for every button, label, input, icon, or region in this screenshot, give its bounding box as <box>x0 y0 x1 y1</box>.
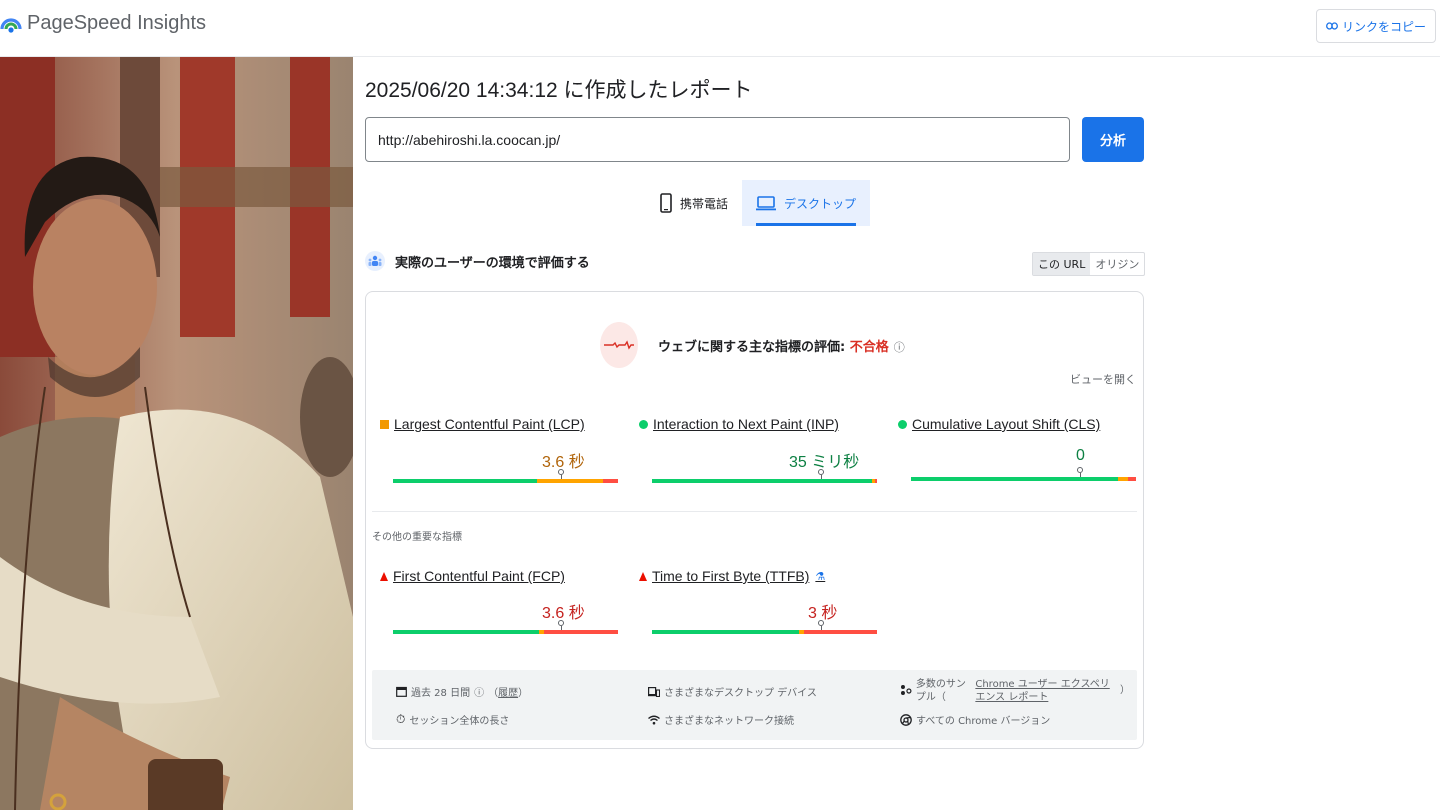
metric-cls-name: Cumulative Layout Shift (CLS) <box>912 416 1101 432</box>
footer-samples: 多数のサンプル（ Chrome ユーザー エクスペリエンス レポート ） <box>900 678 1130 704</box>
metric-ttfb-title[interactable]: Time to First Byte (TTFB) ⚗ <box>639 568 839 584</box>
top-bar: PageSpeed Insights リンクをコピー <box>0 0 1440 57</box>
metric-cls: Cumulative Layout Shift (CLS) <box>898 416 1128 432</box>
average-square-icon <box>380 419 389 429</box>
chrome-icon <box>900 713 912 726</box>
expand-view-link[interactable]: ビューを開く <box>1070 371 1136 387</box>
metric-ttfb-name: Time to First Byte (TTFB) <box>652 568 810 584</box>
copy-link-button[interactable]: リンクをコピー <box>1316 9 1436 43</box>
url-origin-toggle: この URL オリジン <box>1032 252 1146 276</box>
page-screenshot-photo <box>0 57 353 810</box>
tab-desktop-label: デスクトップ <box>784 196 857 211</box>
app-title: PageSpeed Insights <box>27 12 207 34</box>
metric-cls-title[interactable]: Cumulative Layout Shift (CLS) <box>898 416 1128 432</box>
assessment-status: 不合格 <box>849 339 889 355</box>
metric-ttfb-marker <box>818 620 824 630</box>
footer-period: 過去 28 日間 ⓘ （履歴） <box>396 684 528 699</box>
assessment-text: ウェブに関する主な指標の評価: 不合格 ⓘ <box>658 336 905 355</box>
section-divider <box>372 511 1137 512</box>
cwv-assessment: ウェブに関する主な指標の評価: 不合格 ⓘ <box>600 322 905 368</box>
footer-session-text: セッション全体の長さ <box>409 716 510 727</box>
calendar-icon <box>396 686 407 697</box>
assessment-label: ウェブに関する主な指標の評価: <box>658 339 850 355</box>
field-data-title: 実際のユーザーの環境で評価する <box>395 255 590 271</box>
poor-triangle-icon <box>639 571 647 581</box>
url-input[interactable] <box>365 117 1070 162</box>
field-data-header: 実際のユーザーの環境で評価する <box>365 250 590 272</box>
link-icon <box>1326 22 1338 30</box>
analyze-button[interactable]: 分析 <box>1082 117 1144 162</box>
metric-fcp-value: 3.6 秒 <box>542 605 585 622</box>
footer-period-text: 過去 28 日間 <box>411 688 471 699</box>
copy-link-label: リンクをコピー <box>1341 19 1426 34</box>
good-circle-icon <box>639 419 648 429</box>
tab-mobile[interactable]: 携帯電話 <box>646 180 742 226</box>
pagespeed-logo-icon <box>0 17 22 33</box>
waveform-icon <box>604 340 634 350</box>
tab-desktop[interactable]: デスクトップ <box>742 180 871 226</box>
metric-ttfb-distribution-bar <box>652 630 877 634</box>
data-context-footer: 過去 28 日間 ⓘ （履歴） ⏱ セッション全体の長さ さまざまなデスクトップ… <box>372 670 1137 740</box>
footer-network-text: さまざまなネットワーク接続 <box>664 716 794 727</box>
metric-fcp-distribution-bar <box>393 630 618 634</box>
metric-fcp: First Contentful Paint (FCP) <box>380 568 610 584</box>
footer-history-link[interactable]: （履歴） <box>488 684 528 699</box>
mobile-phone-icon <box>660 193 672 213</box>
poor-triangle-icon <box>380 571 388 581</box>
footer-devices: さまざまなデスクトップ デバイス <box>648 684 817 699</box>
metric-ttfb-value: 3 秒 <box>808 605 838 622</box>
metric-cls-value: 0 <box>1076 447 1085 464</box>
toggle-origin[interactable]: オリジン <box>1090 253 1144 275</box>
footer-versions-text: すべての Chrome バージョン <box>916 716 1051 727</box>
metric-cls-distribution-bar <box>911 477 1136 481</box>
footer-network: さまざまなネットワーク接続 <box>648 712 794 727</box>
metric-fcp-name: First Contentful Paint (FCP) <box>393 568 565 584</box>
metric-cls-marker <box>1077 467 1083 477</box>
toggle-this-url[interactable]: この URL <box>1033 253 1091 275</box>
assessment-badge <box>600 322 638 368</box>
metric-fcp-marker <box>558 620 564 630</box>
help-circle-icon[interactable]: ⓘ <box>474 684 484 699</box>
metric-inp-name: Interaction to Next Paint (INP) <box>653 416 839 432</box>
metric-lcp-value: 3.6 秒 <box>542 454 585 471</box>
good-circle-icon <box>898 419 907 429</box>
metric-lcp-name: Largest Contentful Paint (LCP) <box>394 416 585 432</box>
help-icon[interactable]: ⓘ <box>894 341 905 354</box>
scatter-dots-icon <box>900 685 912 695</box>
users-icon <box>365 251 385 271</box>
metric-fcp-title[interactable]: First Contentful Paint (FCP) <box>380 568 610 584</box>
devices-icon <box>648 686 660 697</box>
footer-versions: すべての Chrome バージョン <box>900 712 1050 727</box>
footer-devices-text: さまざまなデスクトップ デバイス <box>664 688 817 699</box>
metric-inp-marker <box>818 469 824 479</box>
metric-lcp-title[interactable]: Largest Contentful Paint (LCP) <box>380 416 610 432</box>
tab-mobile-label: 携帯電話 <box>680 196 729 211</box>
metric-inp: Interaction to Next Paint (INP) <box>639 416 869 432</box>
metric-lcp-marker <box>558 469 564 479</box>
metric-inp-title[interactable]: Interaction to Next Paint (INP) <box>639 416 869 432</box>
experimental-flask-icon: ⚗ <box>815 570 826 583</box>
metric-lcp: Largest Contentful Paint (LCP) <box>380 416 610 432</box>
report-title: 2025/06/20 14:34:12 に作成したレポート <box>365 79 753 102</box>
stopwatch-icon: ⏱ <box>396 712 406 726</box>
logo[interactable]: PageSpeed Insights <box>0 12 206 35</box>
crux-report-link[interactable]: Chrome ユーザー エクスペリエンス レポート <box>975 678 1116 704</box>
metric-ttfb: Time to First Byte (TTFB) ⚗ <box>639 568 839 584</box>
footer-session: ⏱ セッション全体の長さ <box>396 712 509 727</box>
footer-samples-text: 多数のサンプル（ <box>915 679 966 703</box>
laptop-icon <box>756 195 777 210</box>
footer-samples-suffix: ） <box>1120 685 1130 696</box>
device-tabs: 携帯電話 デスクトップ <box>646 180 871 226</box>
metric-lcp-distribution-bar <box>393 479 618 483</box>
metric-inp-value: 35 ミリ秒 <box>789 454 860 471</box>
wifi-icon <box>648 715 660 724</box>
metric-inp-distribution-bar <box>652 479 877 483</box>
other-metrics-label: その他の重要な指標 <box>372 532 462 543</box>
